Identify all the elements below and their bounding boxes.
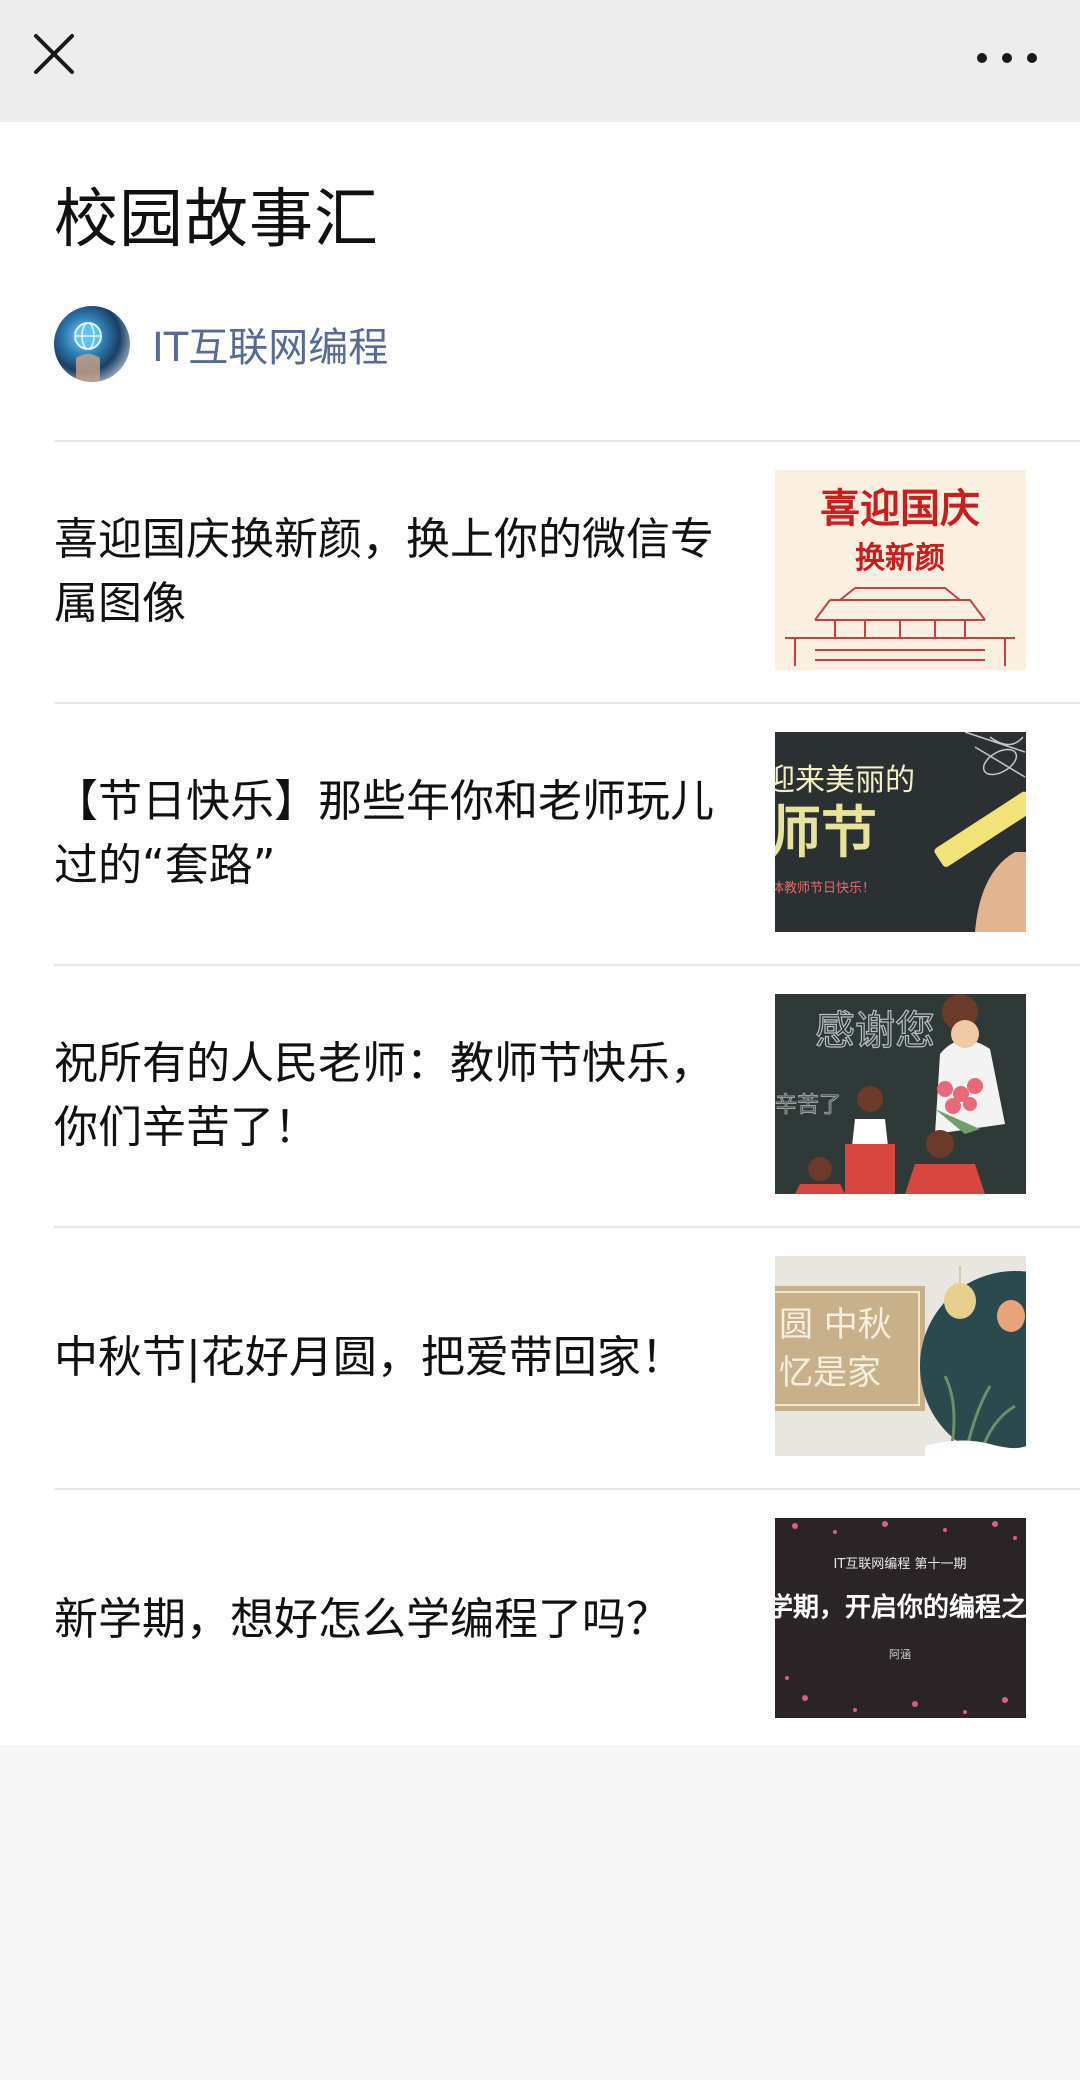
svg-text:忆是家: 忆是家 — [779, 1353, 881, 1393]
svg-text:学期，开启你的编程之: 学期，开启你的编程之 — [775, 1592, 1026, 1623]
svg-text:迎来美丽的: 迎来美丽的 — [775, 763, 915, 798]
article-title: 祝所有的人民老师：教师节快乐，你们辛苦了！ — [54, 1038, 714, 1153]
svg-text:IT互联网编程 第十一期: IT互联网编程 第十一期 — [834, 1557, 967, 1572]
page-title: 校园故事汇 — [54, 183, 379, 257]
article-title: 中秋节|花好月圆，把爱带回家！ — [54, 1332, 685, 1383]
article-thumbnail: 圆 中秋 忆是家 — [775, 1256, 1026, 1456]
list-item[interactable]: 中秋节|花好月圆，把爱带回家！ 圆 中秋 忆是家 — [54, 1226, 1080, 1488]
album-content: 校园故事汇 IT互联网编程 喜迎国庆换新颜，换上你的微信专属图像 喜迎国庆 换新… — [0, 122, 1080, 1745]
author-name[interactable]: IT互联网编程 — [152, 315, 388, 373]
svg-text:阿涵: 阿涵 — [889, 1647, 911, 1661]
article-thumbnail: 喜迎国庆 换新颜 — [775, 470, 1026, 670]
article-thumbnail: 迎来美丽的 师节 体教师节日快乐！ — [775, 732, 1026, 932]
more-button[interactable] — [970, 40, 1044, 76]
list-item[interactable]: 新学期，想好怎么学编程了吗？ IT互联网编程 第十一期 学期，开启你的编程之 阿… — [54, 1488, 1080, 1750]
top-bar — [0, 0, 1080, 122]
list-item[interactable]: 祝所有的人民老师：教师节快乐，你们辛苦了！ 感谢您 辛苦了 — [54, 964, 1080, 1226]
avatar-globe-icon — [74, 322, 102, 382]
article-list: 喜迎国庆换新颜，换上你的微信专属图像 喜迎国庆 换新颜 【节日快乐】那些年你和老… — [54, 440, 1080, 1750]
article-title: 【节日快乐】那些年你和老师玩儿过的“套路” — [54, 776, 714, 891]
svg-text:圆 中秋: 圆 中秋 — [779, 1305, 892, 1345]
svg-text:师节: 师节 — [775, 800, 877, 866]
article-title: 喜迎国庆换新颜，换上你的微信专属图像 — [54, 514, 714, 629]
author-row[interactable]: IT互联网编程 — [54, 306, 388, 382]
close-icon — [34, 34, 74, 74]
article-thumbnail: IT互联网编程 第十一期 学期，开启你的编程之 阿涵 — [775, 1518, 1026, 1718]
more-dots-icon — [977, 53, 1037, 63]
svg-text:辛苦了: 辛苦了 — [775, 1093, 841, 1118]
svg-text:喜迎国庆: 喜迎国庆 — [820, 485, 980, 532]
svg-text:换新颜: 换新颜 — [855, 541, 945, 576]
list-item[interactable]: 喜迎国庆换新颜，换上你的微信专属图像 喜迎国庆 换新颜 — [54, 440, 1080, 702]
avatar[interactable] — [54, 306, 130, 382]
article-thumbnail: 感谢您 辛苦了 — [775, 994, 1026, 1194]
svg-text:感谢您: 感谢您 — [815, 1008, 935, 1054]
close-button[interactable] — [30, 30, 78, 78]
article-title: 新学期，想好怎么学编程了吗？ — [54, 1594, 670, 1645]
list-item[interactable]: 【节日快乐】那些年你和老师玩儿过的“套路” 迎来美丽的 师节 体教师节日快乐！ — [54, 702, 1080, 964]
svg-text:体教师节日快乐！: 体教师节日快乐！ — [775, 880, 875, 896]
